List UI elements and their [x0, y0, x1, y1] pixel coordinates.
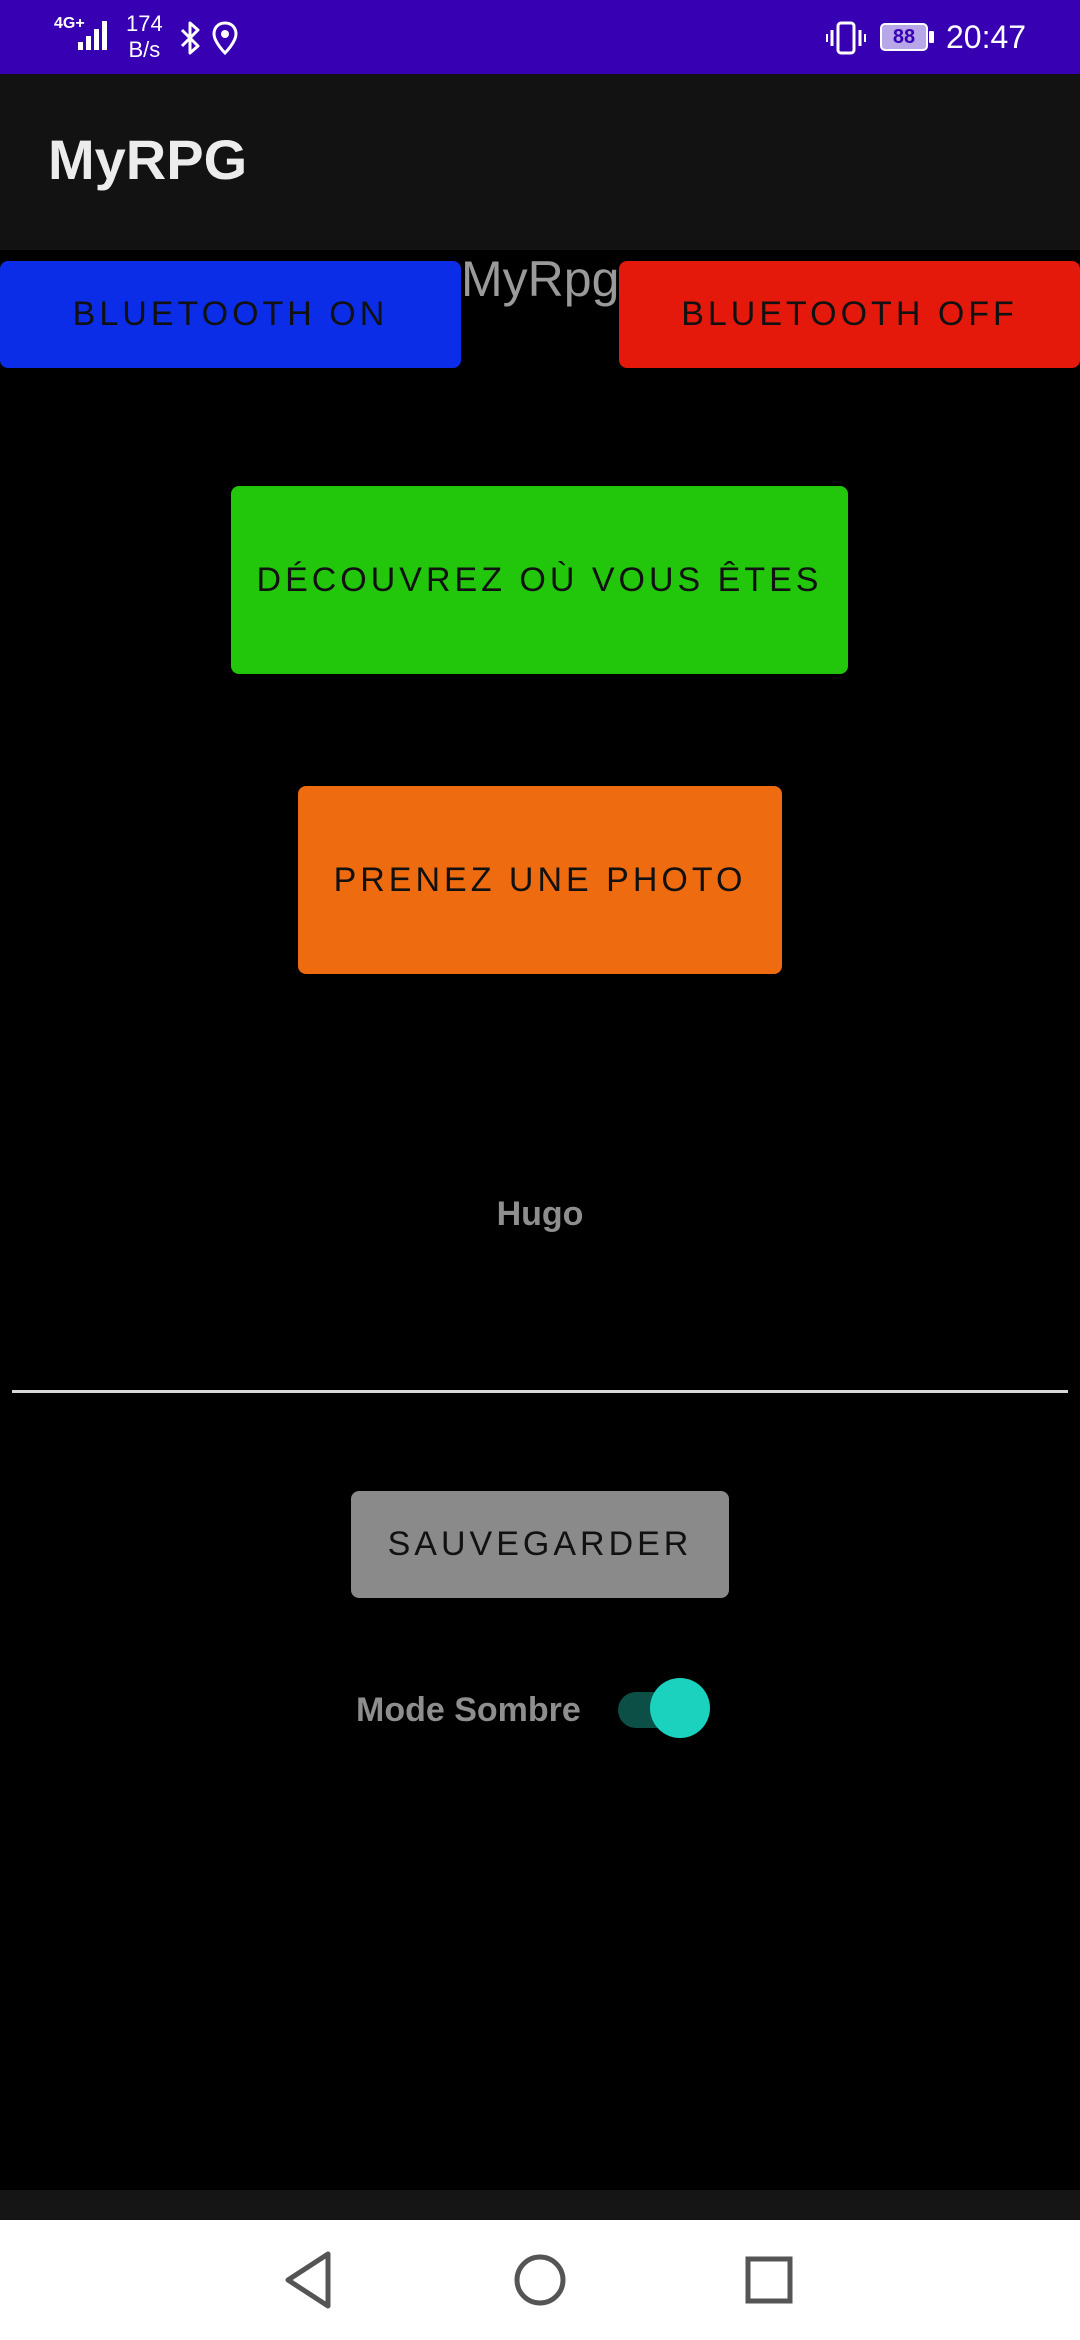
network-speed-unit: B/s [128, 37, 161, 62]
dark-mode-label: Mode Sombre [356, 1691, 581, 1729]
recents-icon[interactable] [729, 2240, 809, 2320]
bluetooth-on-button[interactable]: BLUETOOTH ON [0, 261, 461, 368]
save-button[interactable]: SAUVEGARDER [351, 1491, 729, 1598]
app-label: MyRpg [461, 251, 620, 307]
status-bar: 4G+ 174 B/s 88 20:47 [0, 0, 1080, 74]
network-speed: 174 B/s [126, 11, 163, 63]
network-speed-value: 174 [126, 11, 163, 36]
take-photo-button[interactable]: PRENEZ UNE PHOTO [298, 786, 782, 974]
clock: 20:47 [946, 19, 1027, 55]
back-icon[interactable] [270, 2240, 350, 2320]
location-icon [212, 21, 238, 55]
battery-level: 88 [880, 23, 928, 51]
vibrate-icon [826, 21, 866, 55]
player-name-underline [12, 1390, 1068, 1393]
locate-button[interactable]: DÉCOUVREZ OÙ VOUS ÊTES [231, 486, 848, 674]
player-name-field[interactable]: Hugo [0, 1190, 1080, 1238]
app-title: MyRPG [48, 128, 248, 191]
bottom-strip [0, 2190, 1080, 2220]
bluetooth-off-button[interactable]: BLUETOOTH OFF [619, 261, 1080, 368]
battery-icon: 88 [880, 23, 936, 51]
dark-mode-switch-thumb [650, 1678, 710, 1738]
bluetooth-icon [180, 21, 200, 55]
dark-mode-switch[interactable] [616, 1678, 712, 1738]
home-icon[interactable] [500, 2240, 580, 2320]
signal-icon [78, 21, 107, 50]
